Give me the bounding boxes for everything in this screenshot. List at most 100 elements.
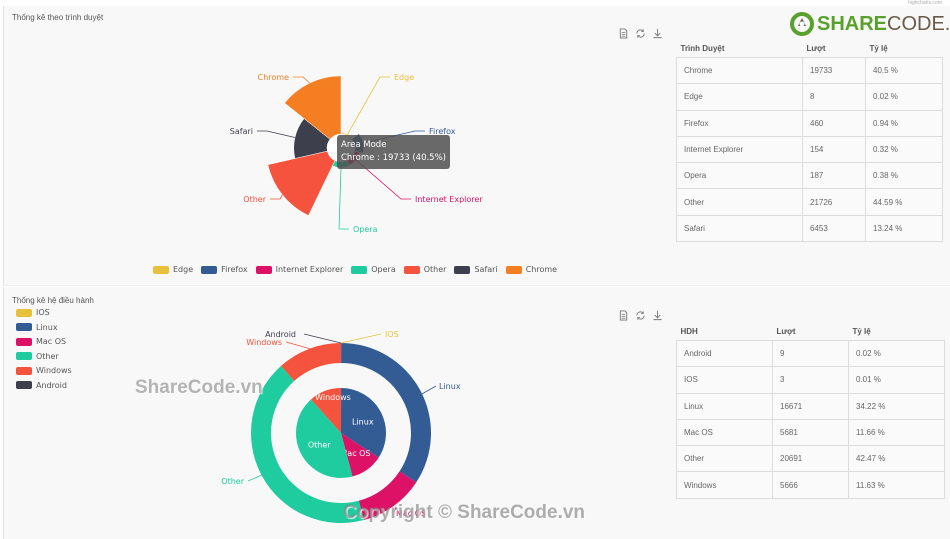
column-header-0: Trình Duyệt (680, 44, 725, 53)
table-cell: Edge (676, 83, 803, 111)
legend-swatch (454, 265, 471, 274)
legend-label: Firefox (221, 265, 248, 274)
table-cell: Mac OS (676, 418, 773, 447)
download-icon[interactable] (652, 310, 663, 321)
table-cell: 5681 (772, 418, 849, 447)
legend-label: Opera (371, 265, 396, 274)
table-cell: Other (676, 188, 803, 216)
outer-label-linux: Linux (439, 382, 461, 391)
slice-label-chrome: Chrome (258, 73, 289, 82)
legend-item-firefox[interactable]: Firefox (201, 265, 248, 274)
label-line-opera (338, 167, 349, 230)
sharecode-logo[interactable]: SHARECODE.vn (790, 12, 950, 36)
table-row: Chrome 19733 40.5 % (676, 56, 943, 85)
data-view-icon[interactable] (618, 310, 629, 321)
logo-code: CODE.vn (887, 12, 950, 35)
restore-icon[interactable] (635, 28, 646, 39)
table-row: Other 21726 44.59 % (676, 188, 943, 216)
table-row: Internet Explorer 154 0.32 % (676, 135, 943, 164)
table-cell: 20691 (772, 445, 849, 473)
logo-icon (790, 12, 814, 36)
table-cell: 460 (802, 109, 866, 137)
table-cell: 154 (802, 135, 866, 164)
table-cell: Safari (676, 214, 803, 243)
watermark-center: ShareCode.vn (135, 377, 263, 398)
rose-slice-other[interactable] (267, 150, 336, 216)
label-line-other (270, 194, 283, 200)
logo-share: SHARE (817, 12, 888, 35)
legend-swatch (201, 265, 218, 274)
outer-label-line-linux (419, 385, 437, 396)
table-cell: 34.22 % (848, 392, 945, 420)
table-cell: 0.38 % (865, 162, 943, 190)
table-cell: 42.47 % (848, 445, 945, 473)
column-header-2: Tỷ lệ (852, 327, 871, 336)
label-line-edge (347, 76, 390, 135)
slice-label-safari: Safari (230, 127, 253, 136)
table-row: Edge 8 0.02 % (676, 83, 943, 111)
legend-label: Safari (474, 265, 498, 274)
legend-item-safari[interactable]: Safari (454, 265, 498, 274)
outer-label-other: Other (221, 477, 244, 486)
os-table-wrap: HDH Lượt Tỷ lệ Android 9 0.02 % IOS 3 0.01 % Lin… (676, 326, 945, 499)
table-row: IOS 3 0.01 % (676, 366, 945, 394)
column-header-0: HDH (680, 327, 698, 336)
outer-label-ios: IOS (385, 330, 399, 339)
legend-item-other[interactable]: Other (403, 265, 446, 274)
table-cell: 0.02 % (865, 83, 943, 111)
table-cell: 21726 (802, 188, 866, 216)
watermark-bottom: Copyright © ShareCode.vn (343, 502, 586, 523)
legend-label: Chrome (525, 265, 558, 274)
table-row: Opera 187 0.38 % (676, 162, 943, 190)
legend-swatch (255, 265, 272, 274)
legend-swatch (403, 265, 420, 274)
chart-tooltip: Area Mode Chrome : 19733 (40.5%) (337, 135, 450, 169)
table-cell: 19733 (802, 56, 866, 85)
tooltip-title: Area Mode (341, 140, 387, 150)
table-cell: 9 (772, 339, 849, 368)
legend-item-internet-explorer[interactable]: Internet Explorer (255, 265, 344, 274)
legend-item-opera[interactable]: Opera (351, 265, 396, 274)
restore-icon[interactable] (635, 310, 646, 321)
table-row: Safari 6453 13.24 % (676, 214, 943, 243)
legend-swatch (153, 265, 169, 274)
inner-label-linux: Linux (352, 417, 374, 426)
table-cell: Internet Explorer (676, 135, 803, 164)
legend-label: Internet Explorer (275, 265, 344, 274)
legend-item-edge[interactable]: Edge (153, 265, 193, 274)
browser-table-wrap: Trình Duyệt Lượt Tỷ lệ Chrome 19733 40.5 % Ed… (676, 43, 943, 243)
table-cell: 11.63 % (848, 471, 945, 499)
outer-label-line-windows (285, 341, 312, 350)
outer-label-line-other (247, 474, 263, 482)
os-table: HDH Lượt Tỷ lệ Android 9 0.02 % IOS 3 0.01 % Lin… (676, 326, 945, 499)
column-header-1: Lượt (776, 327, 796, 336)
label-line-chrome (293, 76, 310, 84)
chart-toolbox (618, 310, 663, 321)
legend-label: Edge (173, 265, 194, 274)
table-row: Android 9 0.02 % (676, 339, 945, 368)
legend-item-chrome[interactable]: Chrome (505, 265, 558, 274)
legend-swatch (505, 265, 522, 274)
table-cell: 16671 (772, 392, 849, 420)
browser-stats-panel: Thống kê theo trình duyệt Edge Firefox Int… (3, 6, 950, 286)
table-cell: 11.66 % (848, 418, 945, 447)
table-cell: Chrome (676, 56, 803, 85)
table-cell: Windows (676, 471, 773, 499)
table-cell: 40.5 % (865, 56, 943, 85)
column-header-1: Lượt (806, 44, 826, 53)
table-header-row: Trình Duyệt Lượt Tỷ lệ (677, 43, 943, 58)
table-cell: Firefox (676, 109, 803, 137)
download-icon[interactable] (652, 28, 663, 39)
table-row: Windows 5666 11.63 % (676, 471, 945, 499)
slice-label-internet-explorer: Internet Explorer (415, 195, 483, 204)
table-cell: 5666 (772, 471, 849, 499)
data-view-icon[interactable] (618, 28, 629, 39)
table-cell: Linux (676, 392, 773, 420)
table-row: Mac OS 5681 11.66 % (676, 418, 945, 447)
table-cell: 44.59 % (865, 188, 943, 216)
inner-label-windows: Windows (315, 393, 351, 402)
table-cell: 0.02 % (848, 339, 945, 368)
table-cell: 0.01 % (848, 366, 945, 394)
outer-label-windows: Windows (246, 338, 282, 347)
browser-legend: Edge Firefox Internet Explorer Opera Other Sa… (153, 265, 557, 274)
